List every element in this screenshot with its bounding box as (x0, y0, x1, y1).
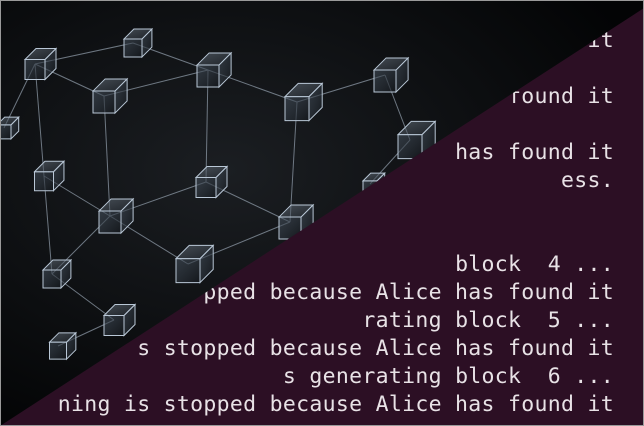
terminal-line: has found it (455, 140, 614, 165)
terminal-line: s generating block 6 ... (282, 364, 614, 389)
terminal-line: pped because Alice has found it (203, 280, 614, 305)
terminal-line: rating block 5 ... (362, 308, 614, 333)
terminal-line: found it (508, 84, 614, 109)
terminal-line: s stopped because Alice has found it (137, 336, 614, 361)
terminal-line: ning is stopped because Alice has found … (57, 392, 614, 417)
composite-image: it found it has found it ess. block 4 ..… (0, 0, 644, 426)
terminal-line: block 4 ... (455, 252, 614, 277)
terminal-line: ess. (561, 168, 614, 193)
